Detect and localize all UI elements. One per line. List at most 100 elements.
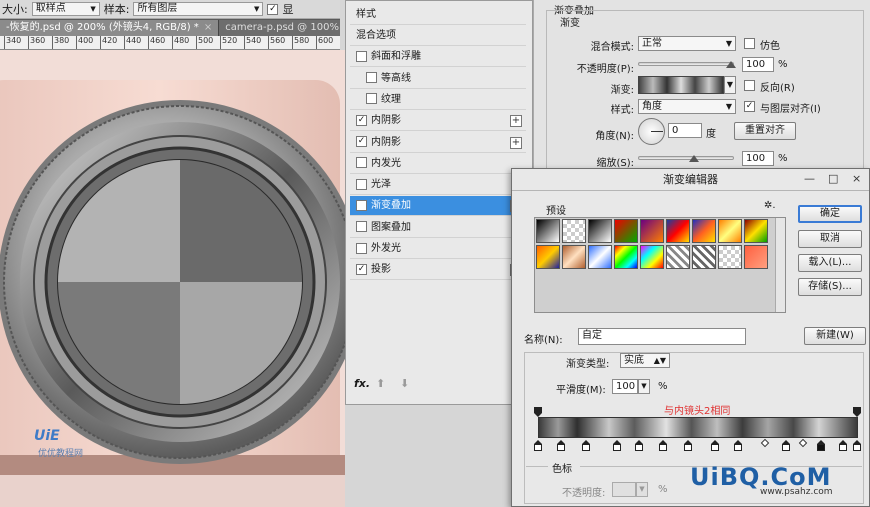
color-stop[interactable] (557, 440, 565, 451)
style-checkbox[interactable] (366, 93, 377, 105)
style-item[interactable]: 斜面和浮雕 (350, 47, 526, 68)
gradient-type-select[interactable]: 实底 ▲▼ (620, 353, 670, 368)
gradient-preview[interactable] (638, 76, 724, 94)
style-item[interactable]: 图案叠加 (350, 218, 526, 238)
sample-layers-select[interactable]: 所有图层 ▼ (133, 2, 264, 16)
gradient-preset-swatch[interactable] (718, 245, 742, 269)
move-up-icon[interactable]: ⬆ (376, 377, 385, 390)
ok-button[interactable]: 确定 (798, 205, 862, 223)
color-stop[interactable] (817, 440, 825, 451)
color-stop[interactable] (839, 440, 847, 451)
style-item[interactable]: ✓ 内阴影 + (350, 111, 526, 132)
gradient-preset-swatch[interactable] (562, 245, 586, 269)
add-style-button[interactable]: + (510, 136, 522, 149)
style-checkbox[interactable]: ✓ (356, 199, 367, 211)
dither-checkbox[interactable] (744, 38, 755, 49)
canvas[interactable]: UiE 优优教程网 (0, 50, 345, 507)
chevron-down-icon[interactable]: ▼ (724, 76, 736, 94)
gradient-preset-swatch[interactable] (536, 245, 560, 269)
scale-slider[interactable] (638, 156, 734, 160)
style-checkbox[interactable] (356, 221, 367, 233)
style-checkbox[interactable] (356, 157, 367, 169)
color-stop[interactable] (711, 440, 719, 451)
gradient-preset-swatch[interactable] (718, 219, 742, 243)
color-stop[interactable] (659, 440, 667, 451)
styles-header[interactable]: 样式 (350, 5, 526, 25)
angle-input[interactable]: 0 (668, 123, 702, 138)
reverse-checkbox[interactable] (744, 80, 755, 91)
doc-tab[interactable]: camera-p.psd @ 100% (钚· (219, 20, 340, 36)
opacity-input[interactable]: 100 (742, 57, 774, 72)
style-checkbox[interactable] (366, 72, 377, 84)
close-icon[interactable]: × (852, 172, 861, 186)
color-stop[interactable] (534, 440, 542, 451)
style-checkbox[interactable] (356, 178, 367, 190)
gradient-preset-swatch[interactable] (744, 245, 768, 269)
sample-size-select[interactable]: 取样点 ▼ (31, 2, 100, 16)
color-stop[interactable] (734, 440, 742, 451)
gradient-bar[interactable] (538, 417, 858, 438)
gradient-preset-swatch[interactable] (614, 245, 638, 269)
align-layer-checkbox[interactable]: ✓ (744, 101, 755, 112)
cancel-button[interactable]: 取消 (798, 230, 862, 248)
style-item[interactable]: 外发光 (350, 239, 526, 259)
gradient-preset-swatch[interactable] (640, 219, 664, 243)
style-checkbox[interactable] (356, 50, 367, 62)
gradient-preset-swatch[interactable] (744, 219, 768, 243)
style-item[interactable]: 纹理 (350, 90, 526, 110)
add-style-button[interactable]: + (510, 115, 522, 128)
style-item[interactable]: 混合选项 (350, 26, 526, 46)
gradient-preset-swatch[interactable] (692, 219, 716, 243)
style-item[interactable]: 内发光 (350, 154, 526, 174)
style-checkbox[interactable]: ✓ (356, 136, 367, 147)
gradient-preset-swatch[interactable] (562, 219, 586, 243)
gradient-preset-swatch[interactable] (588, 245, 612, 269)
new-button[interactable]: 新建(W) (804, 327, 866, 345)
move-down-icon[interactable]: ⬇ (400, 377, 409, 390)
load-button[interactable]: 载入(L)... (798, 254, 862, 272)
gradient-preset-swatch[interactable] (640, 245, 664, 269)
style-item[interactable]: ✓渐变叠加+ (350, 196, 526, 217)
doc-tab[interactable]: -恢复的.psd @ 200% (外镜头4, RGB/8) * × (0, 20, 220, 36)
name-input[interactable]: 自定 (578, 328, 746, 345)
opacity-stop[interactable] (853, 407, 861, 417)
gradient-preset-swatch[interactable] (692, 245, 716, 269)
gear-icon[interactable]: ✲. (764, 200, 776, 211)
scale-slider-handle[interactable] (689, 155, 699, 162)
gradient-preset-swatch[interactable] (588, 219, 612, 243)
style-item[interactable]: ✓ 内阴影 + (350, 133, 526, 153)
style-checkbox[interactable]: ✓ (356, 114, 367, 126)
style-checkbox[interactable]: ✓ (356, 263, 367, 275)
opacity-stop[interactable] (534, 407, 542, 417)
gradient-preset-swatch[interactable] (536, 219, 560, 243)
gradient-preset-swatch[interactable] (666, 245, 690, 269)
scale-input[interactable]: 100 (742, 151, 774, 166)
gradient-preset-swatch[interactable] (614, 219, 638, 243)
opacity-slider-handle[interactable] (726, 61, 736, 68)
minimize-icon[interactable]: — (804, 172, 815, 186)
blend-mode-select[interactable]: 正常 ▼ (638, 36, 736, 51)
maximize-icon[interactable]: □ (828, 172, 838, 186)
presets-scrollbar[interactable] (775, 218, 785, 312)
style-select[interactable]: 角度 ▼ (638, 99, 736, 114)
color-stop[interactable] (613, 440, 621, 451)
save-button[interactable]: 存储(S)... (798, 278, 862, 296)
style-item[interactable]: ✓投影+ (350, 260, 526, 281)
smooth-input[interactable]: 100 (612, 379, 638, 394)
show-ring-checkbox[interactable]: ✓ (267, 3, 279, 15)
angle-dial[interactable] (638, 118, 665, 145)
fx-button[interactable]: fx. (354, 377, 370, 390)
style-item[interactable]: 光泽 (350, 175, 526, 196)
chevron-down-icon[interactable]: ▼ (638, 379, 650, 394)
style-item[interactable]: 等高线 (350, 69, 526, 89)
color-stop[interactable] (635, 440, 643, 451)
color-stop[interactable] (853, 440, 861, 451)
chevron-down-icon[interactable]: ▼ (636, 482, 648, 497)
reset-align-button[interactable]: 重置对齐 (734, 122, 796, 140)
color-stop[interactable] (582, 440, 590, 451)
color-stop[interactable] (782, 440, 790, 451)
stop-opacity-input[interactable] (612, 482, 636, 497)
close-icon[interactable]: × (204, 22, 212, 33)
opacity-slider[interactable] (638, 62, 734, 66)
style-checkbox[interactable] (356, 242, 367, 254)
